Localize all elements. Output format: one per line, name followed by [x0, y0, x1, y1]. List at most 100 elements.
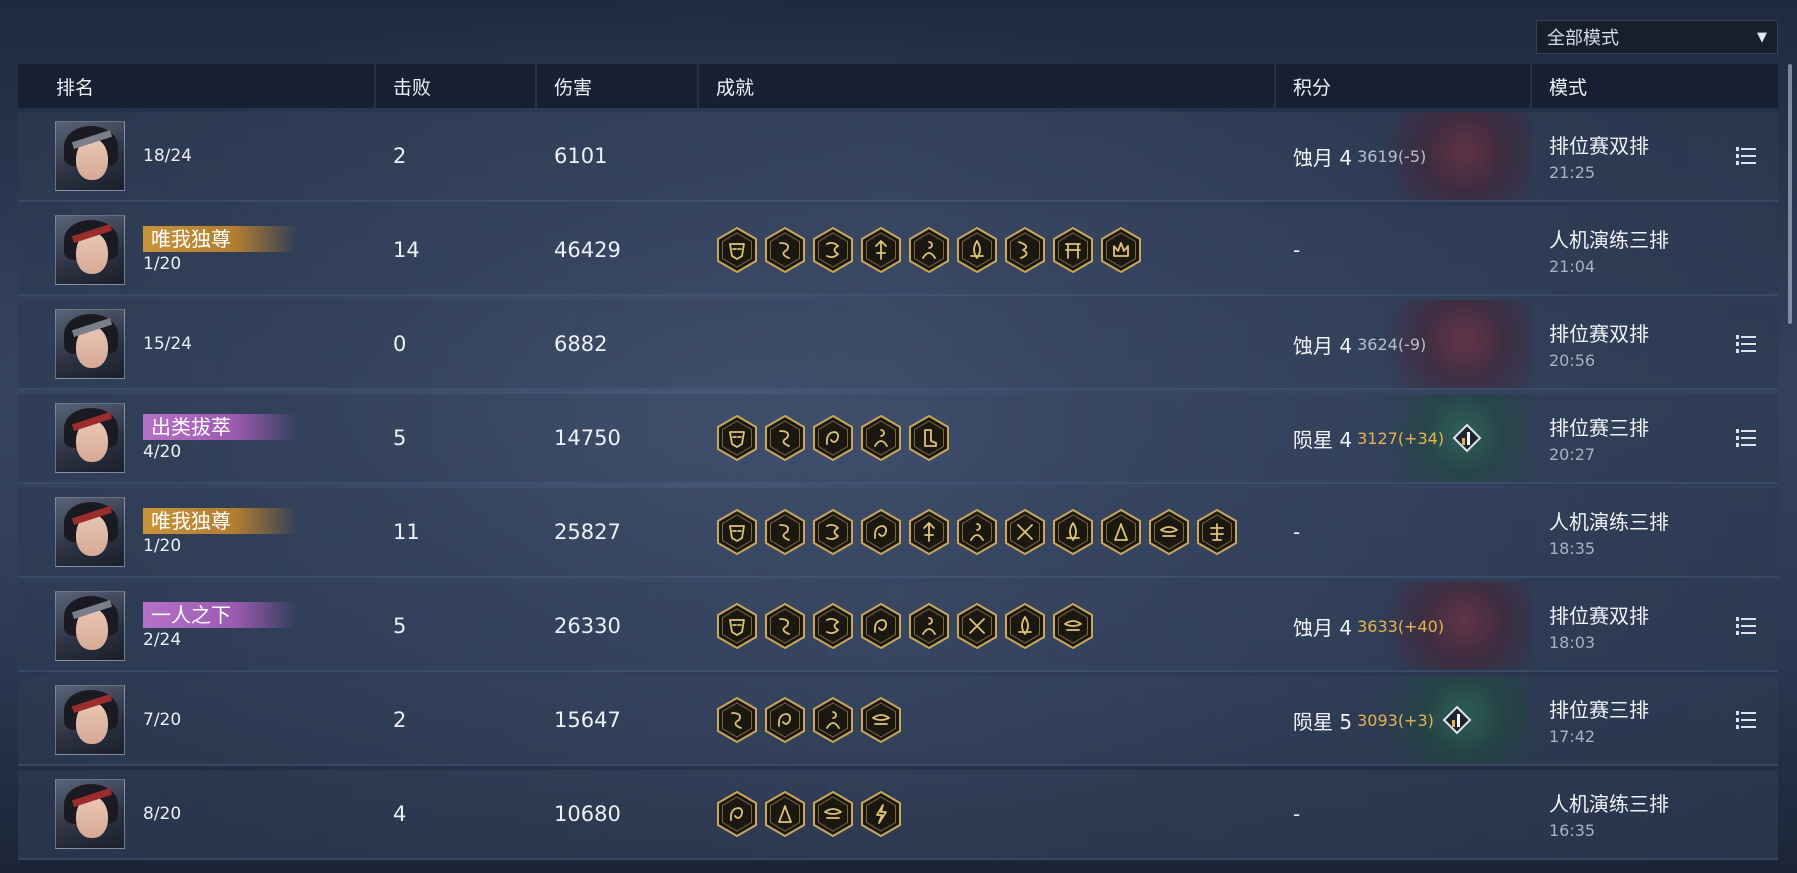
monk-icon[interactable]	[908, 602, 950, 650]
score-tier: 陨星 5	[1293, 709, 1353, 734]
mode-cell: 排位赛双排 18:03	[1532, 582, 1778, 670]
flame-icon[interactable]	[1100, 508, 1142, 556]
match-time: 17:42	[1549, 727, 1596, 746]
wing-icon[interactable]	[1052, 602, 1094, 650]
mask-icon[interactable]	[716, 226, 758, 274]
serpent-icon[interactable]	[1004, 226, 1046, 274]
match-time: 21:04	[1549, 257, 1596, 276]
swirl-icon[interactable]	[860, 508, 902, 556]
monk-icon[interactable]	[908, 226, 950, 274]
details-menu-icon[interactable]	[1736, 429, 1756, 447]
details-menu-icon[interactable]	[1736, 617, 1756, 635]
match-time: 18:35	[1549, 539, 1596, 558]
score-cell: -	[1276, 770, 1532, 858]
fire-icon[interactable]	[956, 226, 998, 274]
score-value: 3127(+34)	[1357, 428, 1445, 448]
bug-icon[interactable]	[1196, 508, 1238, 556]
rank-trend-icon	[1452, 423, 1482, 453]
swirl-icon[interactable]	[860, 602, 902, 650]
snake-icon[interactable]	[716, 696, 758, 744]
wing-icon[interactable]	[860, 696, 902, 744]
placement: 7/20	[143, 710, 182, 730]
mask-icon[interactable]	[716, 508, 758, 556]
mode-cell: 人机演练三排 21:04	[1532, 206, 1778, 294]
cross-icon[interactable]	[1004, 508, 1046, 556]
table-row[interactable]: 唯我独尊 1/20 11 25827 - 人机演练三排 18:35	[18, 488, 1778, 578]
cross-icon[interactable]	[956, 602, 998, 650]
snake-icon[interactable]	[764, 508, 806, 556]
mode-name: 排位赛双排	[1549, 604, 1649, 628]
dragon-icon[interactable]	[812, 508, 854, 556]
bolt-icon[interactable]	[860, 790, 902, 838]
score-tier: 蚀月 4	[1293, 145, 1353, 170]
monk-icon[interactable]	[956, 508, 998, 556]
mask-icon[interactable]	[716, 602, 758, 650]
table-row[interactable]: 唯我独尊 1/20 14 46429 - 人机演练三排 21:04	[18, 206, 1778, 296]
fire-icon[interactable]	[1052, 508, 1094, 556]
table-row[interactable]: 一人之下 2/24 5 26330 蚀月 4 3633(+40) 排位赛双排 18:03	[18, 582, 1778, 672]
damage-value: 14750	[554, 426, 621, 450]
snake-icon[interactable]	[764, 226, 806, 274]
dragon-icon[interactable]	[812, 226, 854, 274]
crown-icon[interactable]	[1100, 226, 1142, 274]
mask-icon[interactable]	[716, 414, 758, 462]
damage-value: 26330	[554, 614, 621, 638]
title-badge: 唯我独尊	[143, 226, 297, 252]
score-value: 3619(-5)	[1357, 146, 1427, 166]
header-achievements: 成就	[699, 64, 1276, 108]
table-row[interactable]: 8/20 4 10680 - 人机演练三排 16:35	[18, 770, 1778, 860]
score-cell: 蚀月 4 3624(-9)	[1276, 300, 1532, 388]
kills-cell: 11	[376, 488, 537, 576]
flame-icon[interactable]	[764, 790, 806, 838]
swirl-icon[interactable]	[716, 790, 758, 838]
boot-icon[interactable]	[908, 414, 950, 462]
fire-icon[interactable]	[1004, 602, 1046, 650]
title-badge: 一人之下	[143, 602, 297, 628]
damage-value: 46429	[554, 238, 621, 262]
mode-cell: 排位赛双排 20:56	[1532, 300, 1778, 388]
kills-cell: 2	[376, 676, 537, 764]
details-menu-icon[interactable]	[1736, 711, 1756, 729]
swirl-icon[interactable]	[764, 696, 806, 744]
achievements-cell	[699, 300, 1276, 388]
header-mode: 模式	[1549, 76, 1588, 99]
gate-icon[interactable]	[1052, 226, 1094, 274]
spear-icon[interactable]	[908, 508, 950, 556]
dragon-icon[interactable]	[812, 602, 854, 650]
rank-info: 唯我独尊 1/20	[143, 508, 297, 556]
details-menu-icon[interactable]	[1736, 335, 1756, 353]
table-row[interactable]: 出类拔萃 4/20 5 14750 陨星 4 3127(+34) 排位赛三排 20:27	[18, 394, 1778, 484]
rank-info: 一人之下 2/24	[143, 602, 297, 650]
scrollbar[interactable]	[1788, 64, 1792, 324]
mode-filter-dropdown[interactable]: 全部模式 ▼	[1536, 20, 1778, 54]
details-menu-icon[interactable]	[1736, 147, 1756, 165]
damage-cell: 6101	[537, 112, 699, 200]
spear-icon[interactable]	[860, 226, 902, 274]
rank-info: 8/20	[143, 804, 181, 824]
damage-cell: 14750	[537, 394, 699, 482]
score-value: 3624(-9)	[1357, 334, 1427, 354]
swirl-icon[interactable]	[812, 414, 854, 462]
rank-cell: 7/20	[18, 676, 376, 764]
monk-icon[interactable]	[812, 696, 854, 744]
damage-value: 25827	[554, 520, 621, 544]
table-body: 18/24 2 6101 蚀月 4 3619(-5) 排位赛双排 21:25 唯我独尊 1/20…	[18, 112, 1778, 860]
kills-cell: 5	[376, 394, 537, 482]
caret-down-icon: ▼	[1757, 29, 1767, 45]
rank-cell: 8/20	[18, 770, 376, 858]
table-row[interactable]: 7/20 2 15647 陨星 5 3093(+3) 排位赛三排 17:42	[18, 676, 1778, 766]
mode-cell: 人机演练三排 16:35	[1532, 770, 1778, 858]
monk-icon[interactable]	[860, 414, 902, 462]
placement: 1/20	[143, 536, 182, 556]
header-damage: 伤害	[537, 64, 699, 108]
kills-cell: 0	[376, 300, 537, 388]
table-row[interactable]: 18/24 2 6101 蚀月 4 3619(-5) 排位赛双排 21:25	[18, 112, 1778, 202]
wing-icon[interactable]	[1148, 508, 1190, 556]
damage-value: 6882	[554, 332, 608, 356]
snake-icon[interactable]	[764, 602, 806, 650]
snake-icon[interactable]	[764, 414, 806, 462]
wing-icon[interactable]	[812, 790, 854, 838]
table-row[interactable]: 15/24 0 6882 蚀月 4 3624(-9) 排位赛双排 20:56	[18, 300, 1778, 390]
score-cell: -	[1276, 206, 1532, 294]
kills-value: 2	[393, 708, 407, 732]
